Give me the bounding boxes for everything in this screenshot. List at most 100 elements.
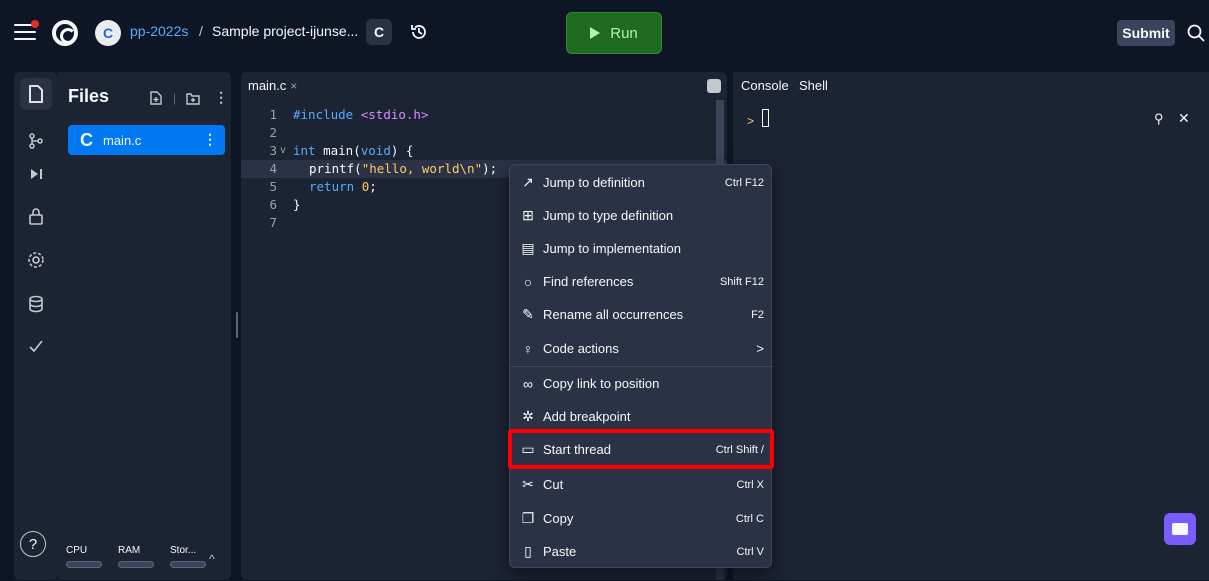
menu-item-label: Copy link to position (543, 376, 660, 391)
storage-bar (170, 561, 206, 568)
files-panel: Files | ⋮ C main.c ⋮ CPU RAM Stor... ^ (58, 72, 231, 580)
menu-icon[interactable] (14, 20, 39, 42)
file-name: main.c (103, 132, 142, 148)
token: } (293, 197, 301, 212)
console-input[interactable] (762, 109, 769, 127)
menu-item-label: Jump to implementation (543, 241, 682, 256)
code-line: 3 v int main(void) { (241, 142, 727, 160)
chevron-right-icon: > (756, 341, 764, 356)
cpu-bar (66, 561, 102, 568)
menu-item-add-breakpoint[interactable]: ✲ Add breakpoint (510, 400, 773, 433)
menu-item-jump-to-definition[interactable]: ↗ Jump to definition Ctrl F12 (510, 166, 773, 199)
submit-button[interactable]: Submit (1117, 20, 1175, 46)
search-icon[interactable] (1186, 23, 1206, 43)
menu-item-jump-to-implementation[interactable]: ▤ Jump to implementation (510, 232, 773, 265)
more-options-icon[interactable]: ⋮ (214, 89, 228, 106)
fold-chevron-icon[interactable]: v (280, 142, 286, 160)
org-avatar[interactable]: C (95, 20, 121, 46)
ram-meter: RAM (118, 545, 154, 568)
code-line: 2 (241, 124, 727, 142)
console-panel: Console Shell > ⚲ ✕ (733, 72, 1209, 580)
language-badge[interactable]: C (366, 19, 392, 45)
menu-item-jump-to-type-definition[interactable]: ⊞ Jump to type definition (510, 199, 773, 232)
menu-item-label: Rename all occurrences (543, 307, 684, 322)
files-title: Files (68, 86, 110, 106)
panel-resize-handle[interactable] (236, 312, 238, 338)
menu-item-shortcut: Ctrl C (735, 512, 764, 525)
menu-item-cut[interactable]: ✂ Cut Ctrl X (510, 468, 773, 501)
token: ) { (390, 143, 414, 158)
menu-item-paste[interactable]: ▯ Paste Ctrl V (510, 535, 773, 568)
token: #include (293, 107, 354, 122)
token: printf( (309, 161, 362, 176)
run-debug-icon[interactable] (20, 158, 52, 190)
copy-icon: ❐ (521, 510, 535, 526)
lock-icon[interactable] (20, 200, 52, 232)
c-file-icon: C (80, 129, 93, 150)
resources-monitor[interactable]: CPU RAM Stor... (66, 545, 206, 568)
replit-logo[interactable] (52, 20, 78, 46)
divider: | (173, 90, 177, 105)
token: main( (323, 143, 361, 158)
editor-menu-icon[interactable] (707, 79, 721, 93)
tab-main-c[interactable]: main.c × (248, 78, 297, 93)
cpu-meter: CPU (66, 545, 102, 568)
top-bar: C pp-2022s / Sample project-ijunse... C … (0, 0, 1209, 66)
menu-item-copy[interactable]: ❐ Copy Ctrl C (510, 502, 773, 535)
notification-dot (31, 20, 39, 28)
lightbulb-icon: ♀ (522, 340, 534, 357)
console-prompt: > (747, 114, 755, 128)
breadcrumb-org[interactable]: pp-2022s (130, 23, 188, 39)
scissors-icon: ✂ (522, 476, 534, 492)
menu-item-rename-all-occurrences[interactable]: ✎ Rename all occurrences F2 (510, 298, 773, 331)
play-icon (590, 27, 601, 39)
chat-button[interactable] (1164, 513, 1196, 545)
files-icon[interactable] (20, 78, 52, 110)
token: ; (369, 179, 377, 194)
tab-console[interactable]: Console (741, 78, 789, 93)
breadcrumb-project[interactable]: Sample project-ijunse... (212, 23, 358, 39)
check-icon[interactable] (20, 330, 52, 362)
file-row-main-c[interactable]: C main.c ⋮ (68, 125, 225, 155)
menu-item-find-references[interactable]: ○ Find references Shift F12 (510, 265, 773, 298)
history-icon[interactable] (409, 22, 429, 42)
line-number: 1 (269, 107, 277, 122)
new-folder-icon[interactable] (186, 91, 200, 105)
menu-item-label: Cut (543, 477, 564, 492)
menu-item-shortcut: F2 (751, 308, 764, 321)
help-button[interactable]: ? (20, 531, 46, 557)
ram-label: RAM (118, 545, 141, 556)
menu-item-shortcut: Ctrl V (736, 545, 765, 558)
storage-label: Stor... (170, 545, 197, 556)
file-menu-icon[interactable]: ⋮ (203, 131, 217, 148)
token: "hello, world\n" (361, 161, 483, 176)
menu-item-label: Add breakpoint (543, 409, 631, 424)
gear-icon[interactable] (20, 244, 52, 276)
book-icon: ⊞ (522, 207, 534, 223)
context-menu: ↗ Jump to definition Ctrl F12 ⊞ Jump to typ… (509, 164, 773, 568)
new-file-icon[interactable] (149, 90, 163, 105)
menu-item-label: Paste (543, 544, 577, 559)
tab-shell[interactable]: Shell (799, 78, 828, 93)
close-icon[interactable]: × (290, 79, 297, 93)
open-external-icon: ↗ (522, 174, 534, 190)
menu-item-start-thread[interactable]: ▭ Start thread Ctrl Shift / (510, 433, 773, 466)
clipboard-icon: ▯ (524, 543, 532, 559)
git-icon[interactable] (20, 125, 52, 157)
close-icon[interactable]: ✕ (1178, 110, 1190, 127)
menu-item-shortcut: Ctrl Shift / (715, 443, 764, 456)
database-icon[interactable] (20, 288, 52, 320)
search-icon[interactable]: ⚲ (1154, 111, 1164, 127)
menu-item-shortcut: Ctrl X (736, 478, 765, 491)
menu-item-copy-link-to-position[interactable]: ∞ Copy link to position (510, 367, 773, 400)
menu-item-code-actions[interactable]: ♀ Code actions > (510, 332, 773, 365)
storage-meter: Stor... (170, 545, 206, 568)
activity-bar (14, 72, 58, 580)
link-icon: ∞ (523, 375, 533, 392)
menu-item-shortcut: Ctrl F12 (724, 176, 764, 189)
run-label: Run (610, 24, 638, 42)
token: ); (482, 161, 498, 176)
chevron-up-icon[interactable]: ^ (209, 552, 215, 566)
token: <stdio.h> (360, 107, 429, 122)
run-button[interactable]: Run (566, 12, 662, 54)
